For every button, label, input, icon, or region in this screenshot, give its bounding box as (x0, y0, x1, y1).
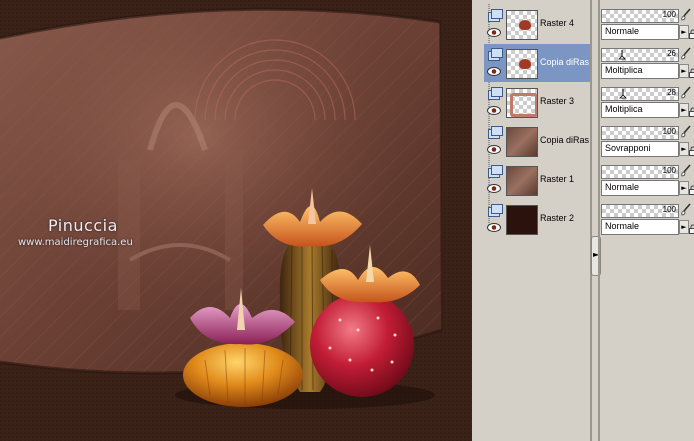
layer-row[interactable]: Copia diRas (484, 122, 590, 160)
layer-thumbnail (506, 49, 538, 79)
layer-name: Raster 1 (540, 174, 575, 184)
opacity-slider[interactable]: 26 (601, 48, 679, 62)
opacity-value: 100 (662, 166, 676, 175)
blend-mode-select[interactable]: Normale (601, 180, 679, 196)
eye-icon[interactable] (487, 223, 501, 232)
layer-row[interactable]: Copia diRas (484, 44, 590, 82)
layer-row[interactable]: Raster 2 (484, 200, 590, 238)
layer-name: Raster 3 (540, 96, 575, 106)
layer-row[interactable]: Raster 4 (484, 5, 590, 43)
blend-mode-select[interactable]: Normale (601, 219, 679, 235)
palette-divider (590, 0, 592, 441)
opacity-slider[interactable]: 28 (601, 87, 679, 101)
watermark-name: Pinuccia (48, 216, 118, 235)
image-canvas[interactable]: Pinuccia www.maidiregrafica.eu (0, 0, 472, 441)
lock-icon[interactable] (689, 107, 694, 117)
opacity-marker-icon (619, 89, 627, 99)
chevron-right-icon[interactable]: ► (679, 25, 689, 39)
layer-properties-row: 100 Normale ► (601, 5, 694, 43)
layer-stack-icon (488, 165, 503, 178)
opacity-value: 28 (667, 88, 676, 97)
opacity-value: 100 (662, 127, 676, 136)
layer-stack-icon (488, 9, 503, 22)
layer-stack-icon (488, 204, 503, 217)
brush-icon[interactable] (680, 164, 692, 177)
opacity-slider[interactable]: 100 (601, 165, 679, 179)
lock-icon[interactable] (689, 146, 694, 156)
opacity-marker-icon (618, 50, 626, 60)
blend-mode-label: Moltiplica (605, 104, 643, 114)
brush-icon[interactable] (680, 125, 692, 138)
layer-thumbnail (506, 127, 538, 157)
lock-icon[interactable] (689, 185, 694, 195)
chevron-right-icon[interactable]: ► (679, 103, 689, 117)
layer-name: Copia diRas (540, 57, 590, 67)
blend-mode-label: Normale (605, 221, 640, 231)
opacity-slider[interactable]: 100 (601, 126, 679, 140)
layer-thumbnail (506, 166, 538, 196)
opacity-slider[interactable]: 100 (601, 9, 679, 23)
layer-stack-icon (488, 87, 503, 100)
eye-icon[interactable] (487, 145, 501, 154)
layer-row[interactable]: Raster 3 (484, 83, 590, 121)
layer-thumbnail (506, 88, 538, 118)
layer-name: Raster 2 (540, 213, 575, 223)
eye-icon[interactable] (487, 184, 501, 193)
lock-icon[interactable] (689, 29, 694, 39)
brush-icon[interactable] (680, 86, 692, 99)
blend-mode-label: Normale (605, 182, 640, 192)
brush-icon[interactable] (680, 203, 692, 216)
blend-mode-select[interactable]: Moltiplica (601, 102, 679, 118)
layer-properties-row: 28 Moltiplica ► (601, 83, 694, 121)
layer-stack-icon (488, 48, 503, 61)
lock-icon[interactable] (689, 68, 694, 78)
chevron-right-icon[interactable]: ► (679, 181, 689, 195)
opacity-value: 100 (662, 205, 676, 214)
chevron-right-icon[interactable]: ► (679, 220, 689, 234)
layer-properties-row: 26 Moltiplica ► (601, 44, 694, 82)
watermark-url: www.maidiregrafica.eu (18, 237, 133, 248)
layer-name: Copia diRas (540, 135, 590, 145)
blend-mode-label: Normale (605, 26, 640, 36)
blend-mode-select[interactable]: Normale (601, 24, 679, 40)
blend-mode-label: Moltiplica (605, 65, 643, 75)
chevron-right-icon[interactable]: ► (679, 64, 689, 78)
layer-row[interactable]: Raster 1 (484, 161, 590, 199)
brush-icon[interactable] (680, 8, 692, 21)
blend-mode-select[interactable]: Sovrapponi (601, 141, 679, 157)
layer-stack-icon (488, 126, 503, 139)
layer-thumbnail (506, 10, 538, 40)
chevron-right-icon[interactable]: ► (679, 142, 689, 156)
eye-icon[interactable] (487, 28, 501, 37)
layer-properties-row: 100 Sovrapponi ► (601, 122, 694, 160)
opacity-value: 26 (667, 49, 676, 58)
layer-properties-row: 100 Normale ► (601, 161, 694, 199)
eye-icon[interactable] (487, 67, 501, 76)
palette-divider-right (598, 0, 600, 441)
brush-icon[interactable] (680, 47, 692, 60)
blend-mode-label: Sovrapponi (605, 143, 651, 153)
opacity-slider[interactable]: 100 (601, 204, 679, 218)
lock-icon[interactable] (689, 224, 694, 234)
layer-name: Raster 4 (540, 18, 575, 28)
layer-thumbnail (506, 205, 538, 235)
opacity-value: 100 (662, 10, 676, 19)
blend-mode-select[interactable]: Moltiplica (601, 63, 679, 79)
layer-properties-row: 100 Normale ► (601, 200, 694, 238)
eye-icon[interactable] (487, 106, 501, 115)
